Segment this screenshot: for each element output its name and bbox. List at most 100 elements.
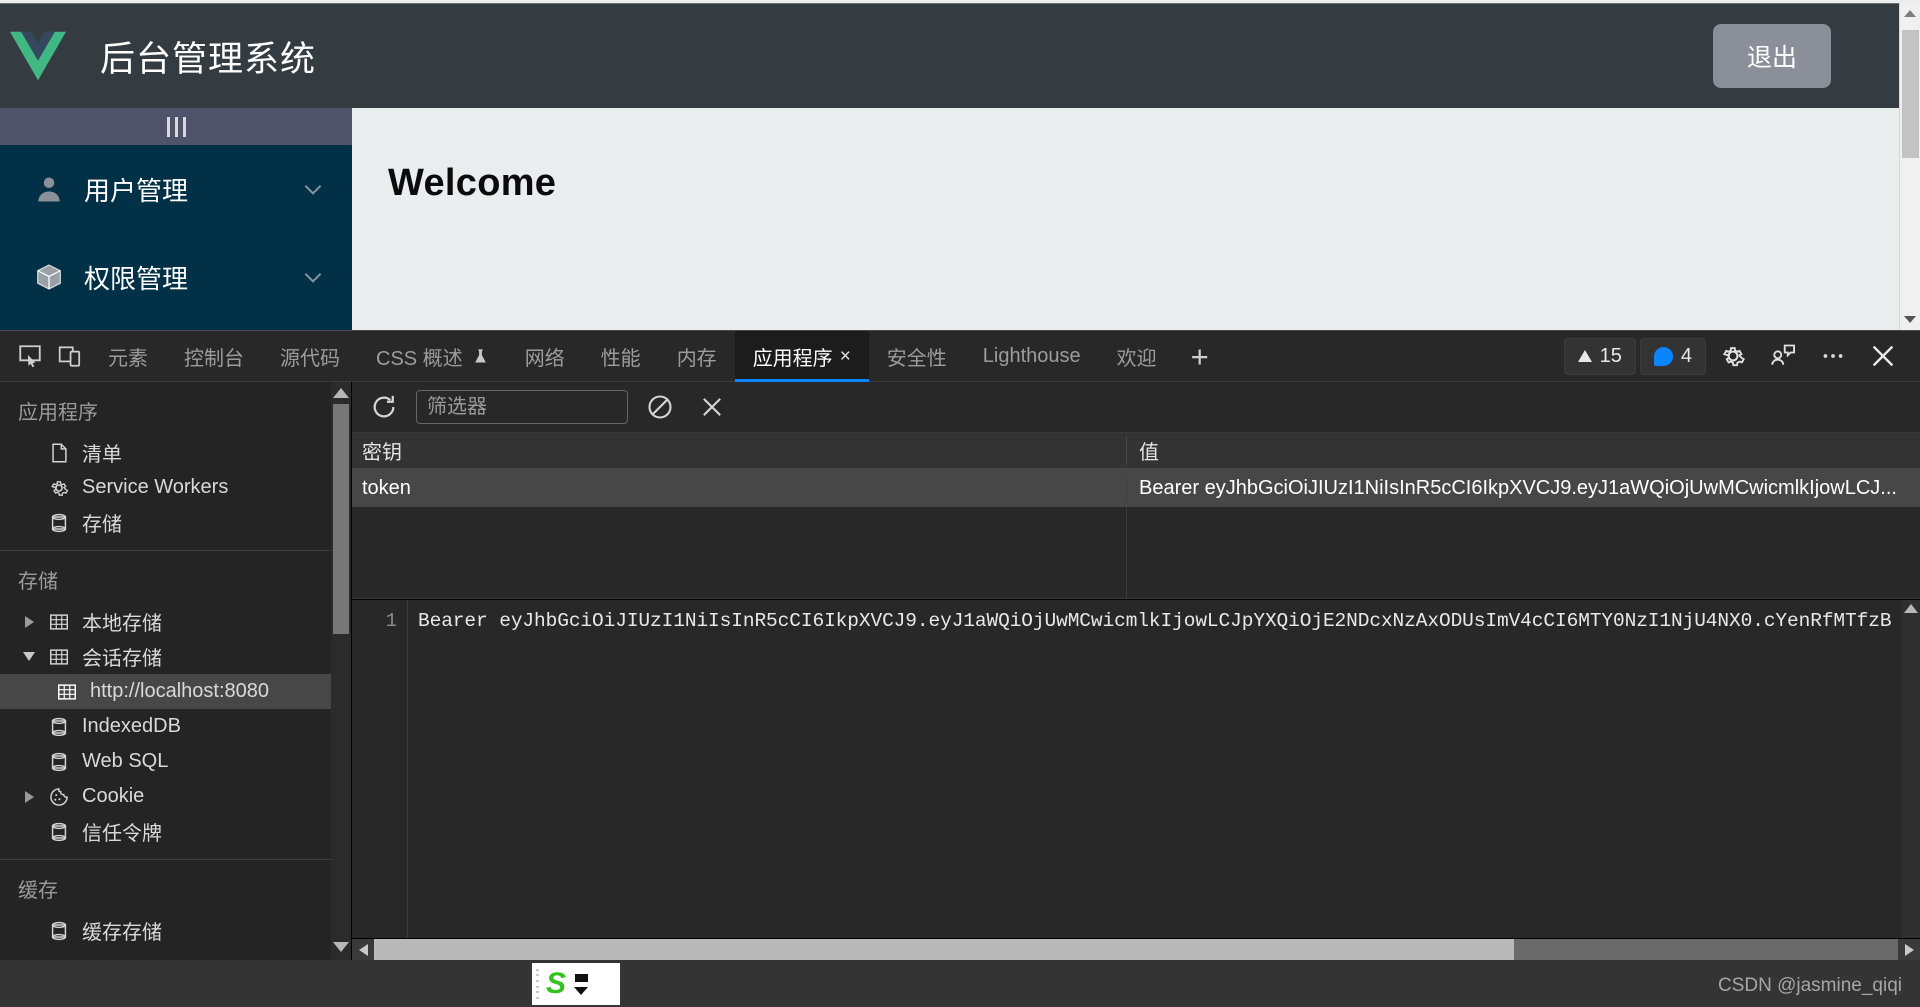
app-title: 后台管理系统 [100,39,317,79]
item-label: http://localhost:8080 [90,680,270,702]
tab-memory[interactable]: 内存 [659,331,735,382]
refresh-icon[interactable] [364,387,404,427]
devtools-tabbar: 元素 控制台 源代码 CSS 概述 网络 性能 内存 应用程序 × 安全性 Li… [0,330,1920,382]
tab-label: 元素 [108,347,148,370]
filter-input[interactable] [416,390,628,424]
sidebar-item-indexeddb[interactable]: IndexedDB [0,709,351,744]
warnings-badge[interactable]: 15 [1563,337,1636,375]
sidebar-item-session-origin[interactable]: http://localhost:8080 [0,674,351,709]
add-panel-button[interactable]: + [1175,341,1225,372]
sidebar-vertical-scrollbar[interactable] [331,382,351,960]
inspect-element-icon[interactable] [10,336,50,376]
item-label: Cookie [82,785,145,807]
sidebar-item-permission-management[interactable]: 权限管理 [0,233,352,321]
sidebar-item-label: 用户管理 [84,175,189,206]
preview-vertical-scrollbar[interactable] [1902,600,1920,938]
cell-key[interactable]: token [352,476,1127,500]
delete-selected-icon[interactable] [692,387,732,427]
messages-badge[interactable]: 4 [1639,337,1706,375]
tab-label: 安全性 [886,347,947,370]
clear-all-icon[interactable] [640,387,680,427]
tab-label: CSS 概述 [376,347,463,370]
storage-key-value-table: 密钥 值 token Bearer eyJhbGciOiJIUzI1NiIsIn… [352,433,1920,599]
sidebar-item-user-management[interactable]: 用户管理 [0,145,352,233]
tab-label: 网络 [524,347,565,370]
chevron-down-icon [304,273,322,283]
manifest-file-icon [52,443,67,462]
column-header-value[interactable]: 值 [1127,436,1920,465]
tab-welcome[interactable]: 欢迎 [1099,331,1175,382]
screenshot-tool-widget[interactable]: S [532,963,620,1005]
sidebar-item-manifest[interactable]: 清单 [0,435,351,470]
sidebar-item-cache-storage[interactable]: 缓存存储 [0,913,351,948]
sidebar-item-session-storage[interactable]: 会话存储 [0,639,351,674]
item-label: Web SQL [82,750,169,772]
sidebar-item-local-storage[interactable]: 本地存储 [0,604,351,639]
column-header-key[interactable]: 密钥 [352,436,1127,465]
scrollbar-thumb[interactable] [374,938,1514,961]
tab-application[interactable]: 应用程序 × [734,330,869,382]
value-preview-text[interactable]: Bearer eyJhbGciOiJIUzI1NiIsInR5cCI6IkpXV… [408,600,1920,938]
tab-lighthouse[interactable]: Lighthouse [965,331,1099,382]
tab-elements[interactable]: 元素 [90,331,166,382]
scroll-up-arrow-icon[interactable] [1900,3,1920,24]
tab-network[interactable]: 网络 [507,331,583,382]
sidebar-collapse-toggle[interactable] [0,108,352,145]
tab-label: 应用程序 [752,347,833,370]
storage-toolbar [352,382,1920,433]
sidebar-item-trust-tokens[interactable]: 信任令牌 [0,814,351,849]
tab-label: 控制台 [184,347,244,370]
tab-css-overview[interactable]: CSS 概述 [358,331,507,382]
expand-expanded-arrow-icon[interactable] [22,652,36,661]
scroll-left-arrow-icon[interactable] [352,938,374,961]
sidebar-item-storage[interactable]: 存储 [0,505,351,540]
close-devtools-icon[interactable] [1860,334,1906,378]
cell-value[interactable]: Bearer eyJhbGciOiJIUzI1NiIsInR5cCI6IkpXV… [1127,477,1920,500]
line-number-gutter: 1 [352,600,408,938]
database-icon [51,752,67,771]
chevron-down-icon [304,185,322,195]
vue-logo [10,31,66,81]
settings-gear-icon[interactable] [1710,334,1756,378]
chevron-down-icon[interactable] [574,986,589,995]
tab-security[interactable]: 安全性 [869,331,965,382]
device-toolbar-icon[interactable] [50,336,90,376]
tab-console[interactable]: 控制台 [166,331,262,382]
snipaste-s-logo: S [546,967,567,1000]
feedback-icon[interactable] [1760,334,1806,378]
logout-button[interactable]: 退出 [1712,24,1831,88]
sidebar-item-service-workers[interactable]: Service Workers [0,470,351,505]
expand-collapsed-arrow-icon[interactable] [22,615,36,628]
sidebar-item-websql[interactable]: Web SQL [0,744,351,779]
scroll-right-arrow-icon[interactable] [1898,938,1920,961]
tab-sources[interactable]: 源代码 [262,331,358,382]
capture-button[interactable] [574,973,588,982]
database-icon [51,921,67,940]
item-label: 清单 [82,444,122,466]
scroll-up-arrow-icon[interactable] [1904,604,1918,613]
tab-performance[interactable]: 性能 [583,331,659,382]
scroll-down-arrow-icon[interactable] [1900,309,1920,330]
table-row[interactable]: token Bearer eyJhbGciOiJIUzI1NiIsInR5cCI… [352,469,1920,507]
tab-label: Lighthouse [982,344,1081,367]
sidebar-item-cookie[interactable]: Cookie [0,779,351,814]
scrollbar-thumb[interactable] [333,404,349,634]
page-vertical-scrollbar[interactable] [1899,3,1920,330]
scrollbar-thumb[interactable] [1902,30,1919,158]
expand-collapsed-arrow-icon[interactable] [22,790,36,803]
table-grid-icon [50,648,68,665]
item-label: 缓存存储 [82,922,162,944]
item-label: 存储 [82,514,122,536]
scroll-up-arrow-icon[interactable] [331,384,351,402]
messages-count: 4 [1680,344,1692,367]
devtools-body: 应用程序 清单 Service Workers 存储 存储 本地存储 会话存储 … [0,382,1920,961]
experiment-flask-icon [474,348,486,363]
devtools-toolbar-right: 15 4 [1563,334,1920,378]
page-title: Welcome [388,162,557,204]
preview-horizontal-scrollbar[interactable] [352,938,1920,961]
hamburger-bars-icon [166,116,186,137]
close-icon[interactable]: × [840,347,851,366]
widget-controls[interactable] [574,973,589,995]
scroll-down-arrow-icon[interactable] [331,938,351,956]
more-options-icon[interactable] [1810,334,1856,378]
